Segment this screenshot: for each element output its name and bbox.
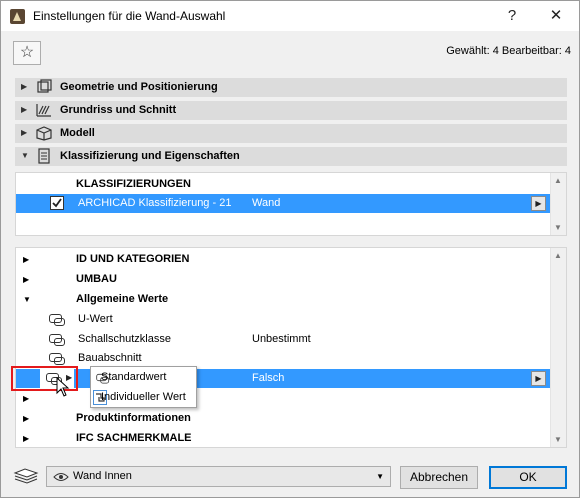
group-label: Produktinformationen: [76, 412, 191, 424]
scroll-down-icon[interactable]: ▼: [554, 435, 562, 444]
section-label: Klassifizierung und Eigenschaften: [60, 150, 240, 162]
geometry-icon: [37, 79, 52, 93]
section-floorplan[interactable]: ▶ Grundriss und Schnitt: [15, 101, 567, 120]
window-title: Einstellungen für die Wand-Auswahl: [33, 9, 226, 23]
classification-panel: KLASSIFIZIERUNGEN ARCHICAD Klassifizieru…: [15, 172, 567, 236]
expand-arrow-icon: ▶: [23, 275, 30, 284]
section-classification[interactable]: ▼ Klassifizierung und Eigenschaften: [15, 147, 567, 166]
properties-scrollbar[interactable]: ▲ ▼: [550, 248, 566, 447]
settings-dialog: Einstellungen für die Wand-Auswahl ? ✕ ☆…: [0, 0, 580, 498]
property-name: U-Wert: [78, 313, 113, 325]
properties-panel: ▶ ID UND KATEGORIEN ▶ UMBAU ▼ Allgemeine…: [15, 247, 567, 448]
property-row-schallschutz[interactable]: Schallschutzklasse Unbestimmt: [16, 330, 550, 349]
section-label: Geometrie und Positionierung: [60, 81, 218, 93]
property-name: Schallschutzklasse: [78, 333, 171, 345]
close-button[interactable]: ✕: [541, 5, 571, 27]
menu-item-standard[interactable]: Standardwert: [91, 368, 196, 387]
group-row-id[interactable]: ▶ ID UND KATEGORIEN: [16, 250, 550, 269]
collapse-arrow-icon: ▼: [21, 151, 29, 160]
cancel-button[interactable]: Abbrechen: [400, 466, 478, 489]
value-menu-arrow-icon[interactable]: ▶: [531, 196, 546, 211]
layers-icon[interactable]: [13, 467, 39, 485]
group-row-ifc[interactable]: ▶ IFC SACHMERKMALE: [16, 429, 550, 448]
expand-arrow-icon: ▶: [23, 255, 30, 264]
menu-item-custom[interactable]: Individueller Wert: [91, 388, 196, 407]
ok-button[interactable]: OK: [489, 466, 567, 489]
group-row-product[interactable]: ▶ Produktinformationen: [16, 409, 550, 428]
classification-header: KLASSIFIZIERUNGEN: [76, 178, 191, 190]
title-bar: Einstellungen für die Wand-Auswahl ? ✕: [1, 1, 579, 31]
model-box-icon: [36, 126, 52, 141]
dropdown-arrow-icon: ▼: [376, 472, 384, 481]
favorites-star-button[interactable]: ☆: [13, 41, 41, 65]
expand-arrow-icon: ▶: [23, 394, 30, 403]
linked-value-icon: [49, 314, 65, 326]
expand-arrow-icon: ▶: [21, 82, 28, 91]
property-name: Bauabschnitt: [78, 352, 142, 364]
group-label: ID UND KATEGORIEN: [76, 253, 190, 265]
floorplan-icon: [36, 104, 51, 117]
group-row-umbau[interactable]: ▶ UMBAU: [16, 270, 550, 289]
menu-item-label: Individueller Wert: [101, 391, 186, 403]
expand-arrow-icon: ▶: [21, 105, 28, 114]
menu-item-label: Standardwert: [101, 371, 167, 383]
expand-arrow-icon: ▶: [23, 414, 30, 423]
classification-row[interactable]: ARCHICAD Klassifizierung - 21 Wand ▶: [16, 194, 550, 213]
group-label: IFC SACHMERKMALE: [76, 432, 192, 444]
archicad-app-icon: [10, 9, 25, 24]
checkbox-checked-icon[interactable]: [50, 196, 64, 210]
scroll-down-icon[interactable]: ▼: [554, 223, 562, 232]
selection-info: Gewählt: 4 Bearbeitbar: 4: [446, 45, 571, 57]
mouse-cursor-icon: [56, 377, 70, 397]
collapse-arrow-icon: ▼: [23, 295, 31, 304]
section-label: Grundriss und Schnitt: [60, 104, 177, 116]
property-value: Unbestimmt: [252, 333, 311, 345]
section-label: Modell: [60, 127, 95, 139]
property-value: Falsch: [252, 372, 285, 384]
eye-icon: [53, 473, 69, 481]
group-label: UMBAU: [76, 273, 117, 285]
section-geometry[interactable]: ▶ Geometrie und Positionierung: [15, 78, 567, 97]
classification-value: Wand: [252, 197, 281, 209]
layer-value: Wand Innen: [73, 470, 132, 482]
document-list-icon: [38, 148, 50, 164]
expand-arrow-icon: ▶: [23, 434, 30, 443]
expand-arrow-icon: ▶: [21, 128, 28, 137]
scroll-up-icon[interactable]: ▲: [554, 176, 562, 185]
layer-dropdown[interactable]: Wand Innen ▼: [46, 466, 391, 487]
classification-name: ARCHICAD Klassifizierung - 21: [78, 197, 232, 209]
value-menu-arrow-icon[interactable]: ▶: [531, 371, 546, 386]
property-row-uwert[interactable]: U-Wert: [16, 310, 550, 329]
group-label: Allgemeine Werte: [76, 293, 169, 305]
classification-scrollbar[interactable]: ▲ ▼: [550, 173, 566, 235]
section-model[interactable]: ▶ Modell: [15, 124, 567, 143]
value-source-menu: Standardwert Individueller Wert: [90, 366, 197, 408]
linked-value-icon: [49, 353, 65, 365]
linked-value-icon: [49, 334, 65, 346]
scroll-up-icon[interactable]: ▲: [554, 251, 562, 260]
help-button[interactable]: ?: [497, 5, 527, 27]
group-row-general[interactable]: ▼ Allgemeine Werte: [16, 290, 550, 309]
classification-header-row: KLASSIFIZIERUNGEN: [16, 175, 550, 194]
